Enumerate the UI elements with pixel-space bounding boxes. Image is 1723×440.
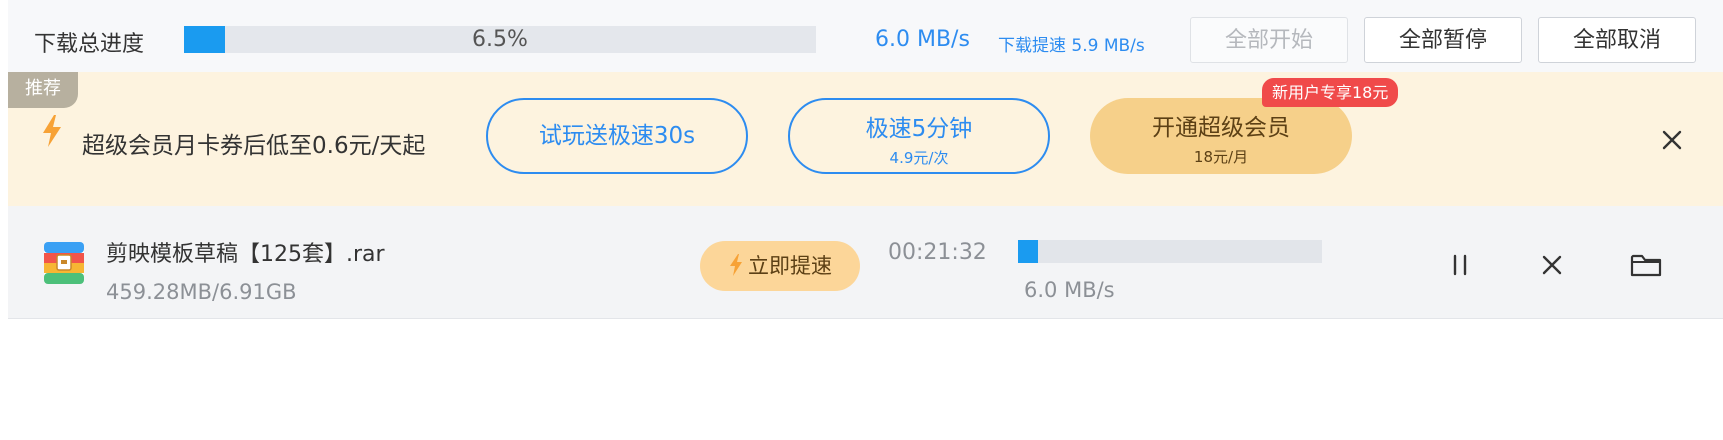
cancel-icon[interactable]: [1535, 248, 1569, 282]
lightning-icon: [728, 245, 744, 295]
open-super-vip-button[interactable]: 开通超级会员 18元/月: [1090, 98, 1352, 174]
trial-boost-button[interactable]: 试玩送极速30s: [486, 98, 748, 174]
overall-progress-percent: 6.5%: [472, 27, 528, 52]
open-super-vip-label: 开通超级会员: [1152, 115, 1290, 141]
boost-now-button[interactable]: 立即提速: [700, 241, 860, 291]
trial-boost-label: 试玩送极速30s: [538, 123, 696, 149]
item-progress-fill: [1018, 240, 1038, 263]
recommend-tag: 推荐: [8, 72, 78, 108]
pause-all-button[interactable]: 全部暂停: [1364, 17, 1522, 63]
file-name: 剪映模板草稿【125套】.rar: [106, 242, 385, 267]
boost-speed-value: 5.9 MB/s: [1071, 36, 1145, 56]
close-icon[interactable]: [1658, 126, 1686, 154]
speed-5min-button[interactable]: 极速5分钟 4.9元/次: [788, 98, 1050, 174]
speed-5min-price: 4.9元/次: [889, 149, 949, 167]
pause-icon[interactable]: [1443, 248, 1477, 282]
new-user-badge: 新用户专享18元: [1262, 78, 1399, 107]
lightning-icon: [40, 114, 64, 148]
item-speed: 6.0 MB/s: [1024, 278, 1115, 302]
overall-progress-label: 下载总进度: [34, 32, 145, 57]
promo-text: 超级会员月卡券后低至0.6元/天起: [82, 133, 426, 159]
boost-now-label: 立即提速: [748, 254, 832, 278]
download-window: 下载总进度 6.5% 6.0 MB/s 下载提速 5.9 MB/s 全部开始 全…: [0, 0, 1723, 440]
promo-banner: 推荐 超级会员月卡券后低至0.6元/天起 试玩送极速30s 极速5分钟 4.9元…: [8, 72, 1723, 206]
super-vip-price: 18元/月: [1193, 148, 1249, 166]
time-remaining: 00:21:32: [888, 240, 987, 265]
folder-icon[interactable]: [1629, 248, 1663, 282]
speed-5min-label: 极速5分钟: [865, 116, 973, 142]
current-speed: 6.0 MB/s: [875, 27, 970, 52]
overall-progress-track: 6.5%: [184, 26, 816, 53]
archive-icon: [44, 242, 84, 284]
boost-speed-prefix: 下载提速: [998, 36, 1066, 56]
start-all-button[interactable]: 全部开始: [1190, 17, 1348, 63]
boost-speed-info: 下载提速 5.9 MB/s: [998, 31, 1145, 56]
item-progress-track: [1018, 240, 1322, 263]
cancel-all-button[interactable]: 全部取消: [1538, 17, 1696, 63]
file-size: 459.28MB/6.91GB: [106, 280, 297, 304]
